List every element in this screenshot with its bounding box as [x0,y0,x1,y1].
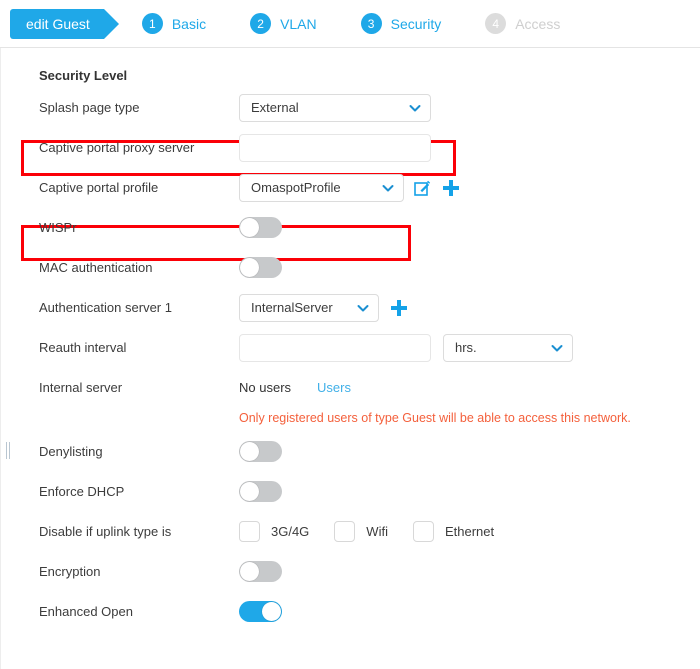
label-mac-authentication: MAC authentication [39,260,239,275]
checkbox-wifi[interactable] [334,521,355,542]
uplink-option-wifi[interactable]: Wifi [334,521,388,542]
reauth-interval-unit-value: hrs. [455,340,477,355]
chevron-down-icon [551,342,563,354]
checkbox-3g4g[interactable] [239,521,260,542]
row-wispr: WISPr [1,211,700,244]
step-label: Security [391,16,442,32]
wizard-step-security[interactable]: 3 Security [361,13,442,34]
row-internal-server: Internal server No users Users [1,371,700,404]
label-internal-server: Internal server [39,380,239,395]
wizard-steps: 1 Basic 2 VLAN 3 Security 4 Access [142,13,605,34]
enforce-dhcp-toggle[interactable] [239,481,282,502]
checkbox-ethernet[interactable] [413,521,434,542]
wizard-step-vlan[interactable]: 2 VLAN [250,13,317,34]
row-denylisting: Denylisting [1,435,700,468]
splash-page-type-select[interactable]: External [239,94,431,122]
label-splash-page-type: Splash page type [39,100,239,115]
label-captive-portal-profile: Captive portal profile [39,180,239,195]
step-label: VLAN [280,16,317,32]
label-authentication-server-1: Authentication server 1 [39,300,239,315]
step-number-badge: 3 [361,13,382,34]
row-disable-if-uplink-type-is: Disable if uplink type is 3G/4G Wifi Eth… [1,515,700,548]
step-label: Basic [172,16,206,32]
step-number-badge: 4 [485,13,506,34]
wizard-step-basic[interactable]: 1 Basic [142,13,206,34]
uplink-option-3g4g[interactable]: 3G/4G [239,521,309,542]
row-captive-portal-proxy-server: Captive portal proxy server [1,131,700,164]
label-encryption: Encryption [39,564,239,579]
checkbox-label: 3G/4G [271,524,309,539]
internal-server-status: No users [239,380,291,395]
authentication-server-1-value: InternalServer [251,300,333,315]
captive-portal-proxy-server-input[interactable] [239,134,431,162]
denylisting-toggle[interactable] [239,441,282,462]
chevron-down-icon [382,182,394,194]
label-captive-portal-proxy-server: Captive portal proxy server [39,140,239,155]
row-captive-portal-profile: Captive portal profile OmaspotProfile [1,171,700,204]
row-splash-page-type: Splash page type External [1,91,700,124]
label-enhanced-open: Enhanced Open [39,604,239,619]
step-label: Access [515,16,560,32]
row-encryption: Encryption [1,555,700,588]
row-enforce-dhcp: Enforce DHCP [1,475,700,508]
internal-server-users-link[interactable]: Users [317,380,351,395]
encryption-toggle[interactable] [239,561,282,582]
captive-portal-profile-value: OmaspotProfile [251,180,341,195]
splash-page-type-value: External [251,100,299,115]
edit-pencil-icon[interactable] [414,179,431,196]
row-mac-authentication: MAC authentication [1,251,700,284]
checkbox-label: Wifi [366,524,388,539]
plus-icon[interactable] [443,180,459,196]
plus-icon[interactable] [391,300,407,316]
wispr-toggle[interactable] [239,217,282,238]
uplink-option-ethernet[interactable]: Ethernet [413,521,494,542]
security-settings-panel: Security Level Splash page type External… [0,48,700,669]
label-disable-if-uplink-type-is: Disable if uplink type is [39,524,239,539]
reauth-interval-unit-select[interactable]: hrs. [443,334,573,362]
wizard-header: edit Guest 1 Basic 2 VLAN 3 Security 4 A… [0,0,700,48]
mac-authentication-toggle[interactable] [239,257,282,278]
label-reauth-interval: Reauth interval [39,340,239,355]
row-authentication-server-1: Authentication server 1 InternalServer [1,291,700,324]
step-number-badge: 1 [142,13,163,34]
step-number-badge: 2 [250,13,271,34]
checkbox-label: Ethernet [445,524,494,539]
label-wispr: WISPr [39,220,239,235]
edit-guest-tag[interactable]: edit Guest [10,9,104,39]
row-enhanced-open: Enhanced Open [1,595,700,628]
chevron-down-icon [409,102,421,114]
row-reauth-interval: Reauth interval hrs. [1,331,700,364]
label-denylisting: Denylisting [39,444,239,459]
captive-portal-profile-select[interactable]: OmaspotProfile [239,174,404,202]
internal-server-note: Only registered users of type Guest will… [1,404,700,428]
reauth-interval-input[interactable] [239,334,431,362]
section-title: Security Level [1,48,700,91]
chevron-down-icon [357,302,369,314]
label-enforce-dhcp: Enforce DHCP [39,484,239,499]
authentication-server-1-select[interactable]: InternalServer [239,294,379,322]
enhanced-open-toggle[interactable] [239,601,282,622]
wizard-step-access: 4 Access [485,13,560,34]
